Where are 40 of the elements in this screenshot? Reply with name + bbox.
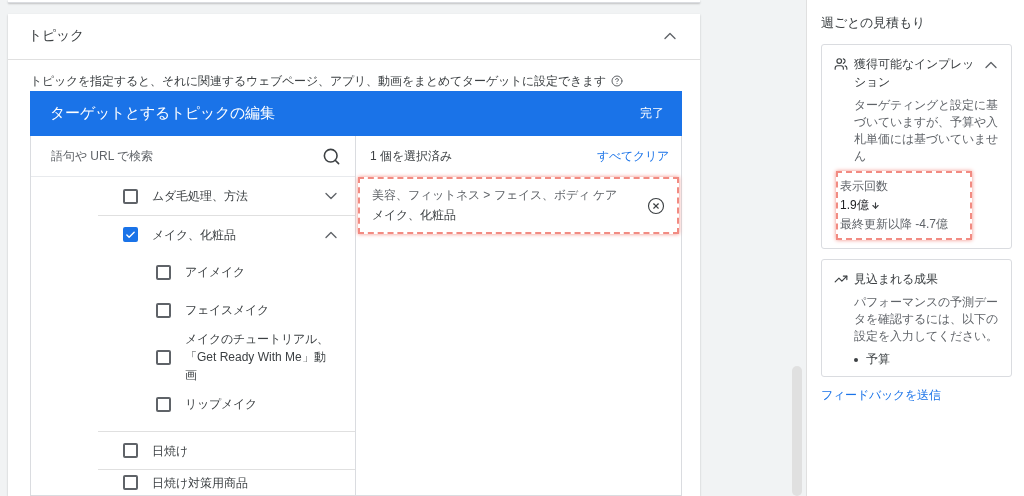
done-button[interactable]: 完了 <box>640 105 664 122</box>
stat-change: 最終更新以降 -4.7億 <box>840 216 949 233</box>
panel-title: 週ごとの見積もり <box>821 14 926 32</box>
topic-label: リップメイク <box>185 396 258 413</box>
topic-label: ムダ毛処理、方法 <box>152 188 249 205</box>
selected-count: 1 個を選択済み <box>370 148 452 165</box>
topic-label: メイクのチュートリアル、「Get Ready With Me」動画 <box>185 331 330 384</box>
clear-all-link[interactable]: すべてクリア <box>597 148 669 165</box>
checkbox[interactable] <box>156 302 171 318</box>
card-title: トピック <box>28 27 84 46</box>
help-icon[interactable] <box>611 75 623 88</box>
description-text: トピックを指定すると、それに関連するウェブページ、アプリ、動画をまとめてターゲットに設定できます <box>30 72 606 90</box>
down-arrow-icon <box>870 201 880 210</box>
editor-title: ターゲットとするトピックの編集 <box>50 104 275 123</box>
list-item: 予算 <box>866 351 890 368</box>
note-text: パフォーマンスの予測データを確認するには、以下の設定を入力してください。 <box>853 294 999 345</box>
topic-label: フェイスメイク <box>185 302 270 319</box>
topic-label: 日焼け対策用商品 <box>152 474 249 492</box>
remove-icon[interactable] <box>647 196 665 215</box>
topic-label: アイメイク <box>185 264 246 281</box>
checkbox[interactable] <box>123 443 138 458</box>
checkbox[interactable] <box>123 227 138 242</box>
topic-label: メイク、化粧品 <box>372 207 457 224</box>
feedback-link[interactable]: フィードバックを送信 <box>821 387 1012 404</box>
checkbox[interactable] <box>123 475 138 490</box>
search-icon[interactable] <box>322 146 341 166</box>
checkbox[interactable] <box>156 396 171 412</box>
checkbox[interactable] <box>156 264 171 280</box>
note-text: ターゲティングと設定に基づいていますが、予算や入札単価には基づいていません <box>853 97 999 165</box>
topic-path: 美容、フィットネス > フェイス、ボディ ケア <box>372 187 617 204</box>
topic-label: 日焼け <box>152 442 189 460</box>
checkbox[interactable] <box>156 349 171 365</box>
bullet-dot <box>854 357 858 362</box>
checkbox[interactable] <box>123 188 138 204</box>
stat-label: 表示回数 <box>840 178 889 195</box>
topic-label: メイク、化粧品 <box>152 226 237 244</box>
card-title: 見込まれる成果 <box>854 271 939 288</box>
stat-value: 1.9億 <box>840 197 869 214</box>
people-icon <box>834 57 848 71</box>
card-title: 獲得可能なインプレッション <box>854 56 975 91</box>
